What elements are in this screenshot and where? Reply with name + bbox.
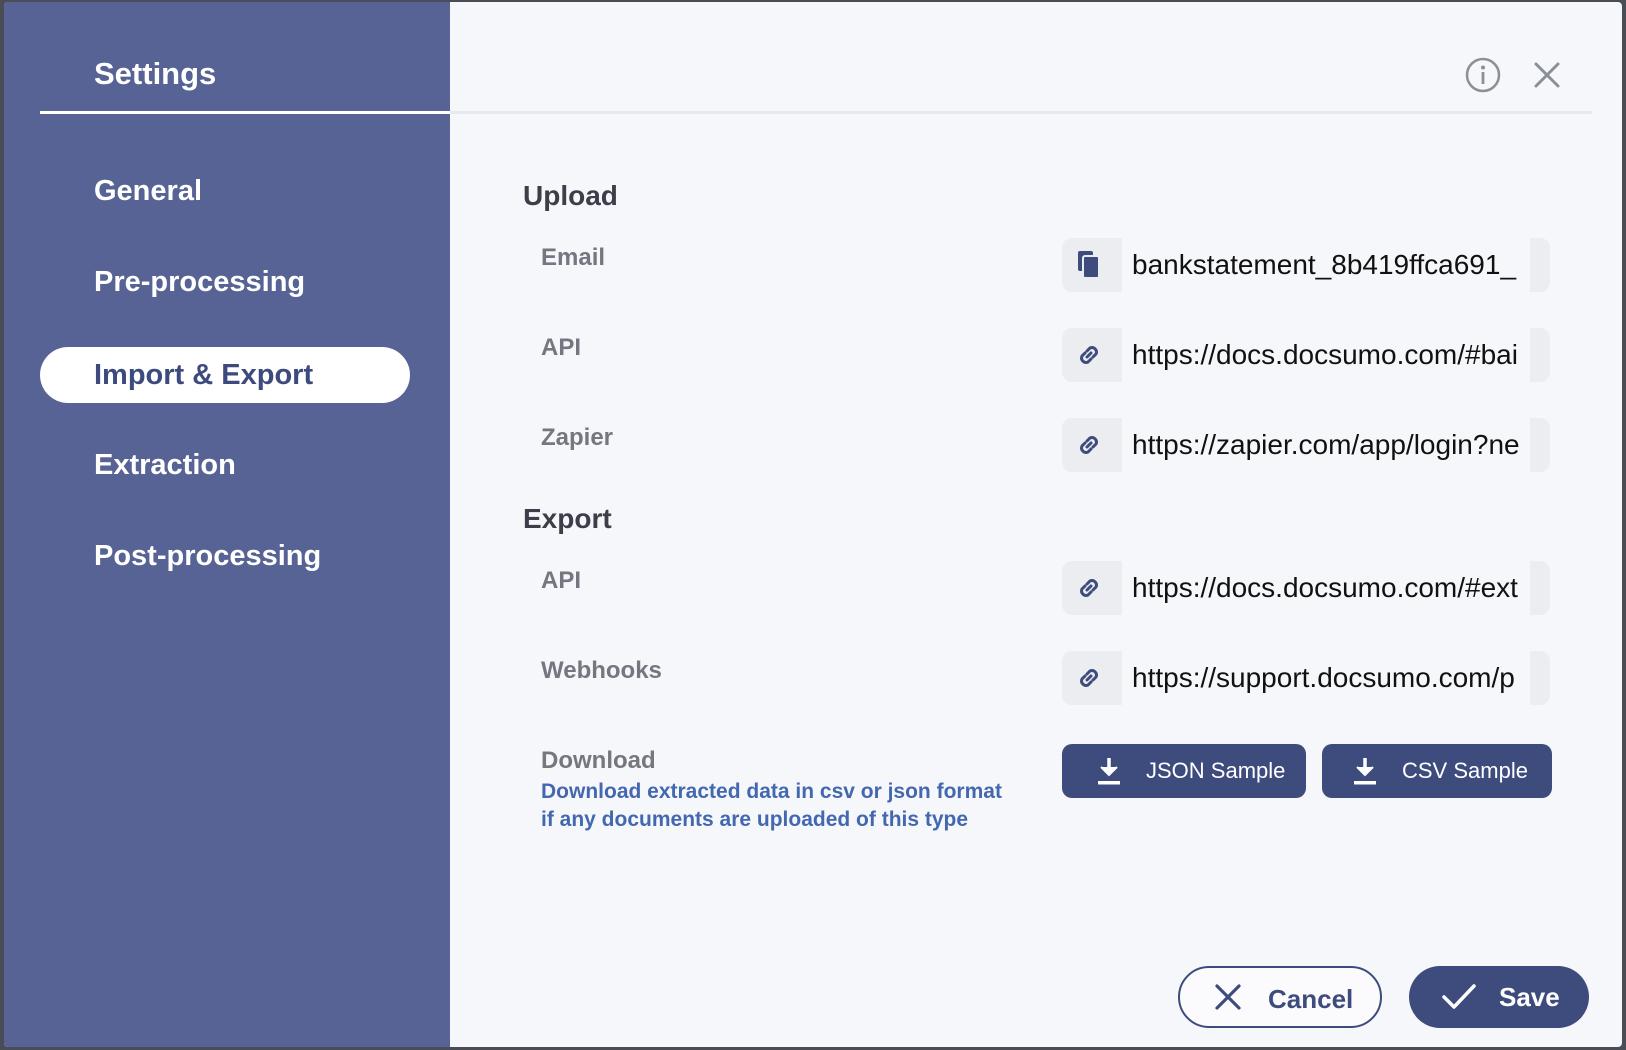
- json-sample-label: JSON Sample: [1146, 758, 1286, 783]
- zapier-value[interactable]: https://zapier.com/app/login?ne: [1122, 418, 1530, 472]
- link-icon: [1062, 418, 1116, 472]
- export-api-field[interactable]: https://docs.docsumo.com/#ext: [1062, 561, 1550, 615]
- download-icon: [1352, 756, 1378, 786]
- sidebar-item-general[interactable]: General: [40, 163, 410, 219]
- csv-sample-button[interactable]: CSV Sample: [1322, 744, 1552, 798]
- link-icon: [1062, 561, 1116, 615]
- email-field[interactable]: bankstatement_8b419ffca691_: [1062, 238, 1550, 292]
- close-icon[interactable]: [1530, 58, 1564, 92]
- csv-sample-label: CSV Sample: [1402, 758, 1528, 783]
- webhooks-value[interactable]: https://support.docsumo.com/p: [1122, 651, 1530, 705]
- zapier-label: Zapier: [541, 424, 614, 451]
- sidebar-item-post-processing[interactable]: Post-processing: [40, 528, 410, 584]
- cancel-label: Cancel: [1268, 984, 1354, 1014]
- upload-api-value[interactable]: https://docs.docsumo.com/#bai: [1122, 328, 1530, 382]
- email-value[interactable]: bankstatement_8b419ffca691_: [1122, 238, 1530, 292]
- upload-section-title: Upload: [523, 180, 618, 211]
- info-icon[interactable]: [1464, 56, 1502, 94]
- copy-icon[interactable]: [1062, 238, 1116, 292]
- sidebar-item-extraction[interactable]: Extraction: [40, 437, 410, 493]
- webhooks-label: Webhooks: [541, 657, 662, 684]
- sidebar: Settings General Pre-processing Import &…: [4, 2, 450, 1047]
- export-section-title: Export: [523, 503, 612, 534]
- save-label: Save: [1499, 982, 1560, 1012]
- export-api-value[interactable]: https://docs.docsumo.com/#ext: [1122, 561, 1530, 615]
- sidebar-item-label: Extraction: [94, 449, 236, 481]
- save-button[interactable]: Save: [1409, 966, 1589, 1028]
- email-label: Email: [541, 244, 606, 271]
- download-label: Download: [541, 747, 656, 774]
- zapier-field[interactable]: https://zapier.com/app/login?ne: [1062, 418, 1550, 472]
- check-icon: [1442, 984, 1476, 1009]
- upload-api-label: API: [541, 334, 582, 361]
- upload-api-field[interactable]: https://docs.docsumo.com/#bai: [1062, 328, 1550, 382]
- sidebar-item-label: Post-processing: [94, 540, 322, 572]
- cancel-button[interactable]: Cancel: [1178, 966, 1382, 1028]
- link-icon: [1062, 328, 1116, 382]
- close-icon: [1215, 984, 1241, 1010]
- json-sample-button[interactable]: JSON Sample: [1062, 744, 1306, 798]
- sidebar-item-label: Pre-processing: [94, 266, 306, 298]
- link-icon: [1062, 651, 1116, 705]
- webhooks-field[interactable]: https://support.docsumo.com/p: [1062, 651, 1550, 705]
- sidebar-divider: [40, 111, 450, 114]
- sidebar-item-label: Import & Export: [94, 359, 314, 391]
- export-api-label: API: [541, 567, 582, 594]
- settings-modal: Settings General Pre-processing Import &…: [4, 2, 1622, 1047]
- download-description: Download extracted data in csv or json f…: [541, 780, 1002, 831]
- sidebar-title: Settings: [94, 56, 217, 91]
- sidebar-item-pre-processing[interactable]: Pre-processing: [40, 254, 410, 310]
- sidebar-item-import-export[interactable]: Import & Export: [40, 347, 410, 403]
- download-icon: [1096, 756, 1122, 786]
- header-divider: [450, 111, 1592, 114]
- sidebar-item-label: General: [94, 175, 202, 207]
